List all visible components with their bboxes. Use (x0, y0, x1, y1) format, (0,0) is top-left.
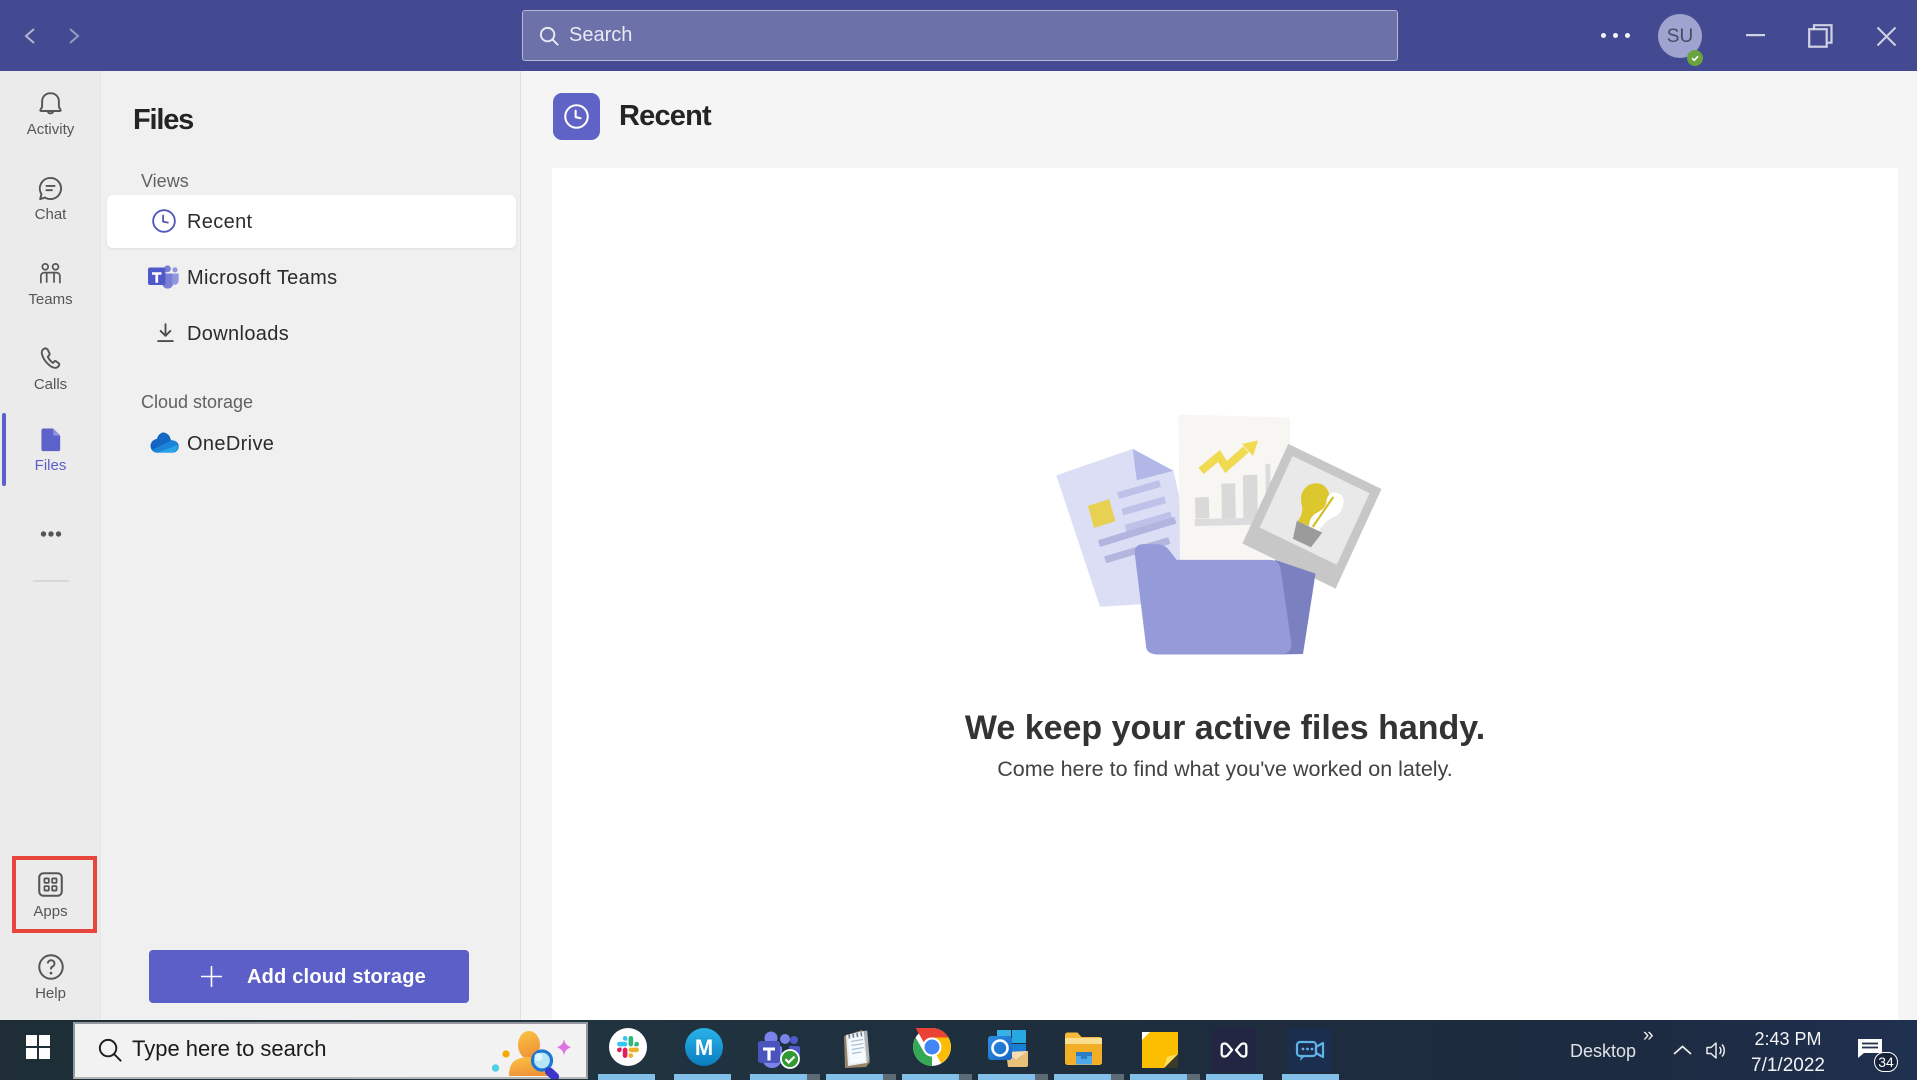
svg-text:M: M (695, 1035, 713, 1060)
